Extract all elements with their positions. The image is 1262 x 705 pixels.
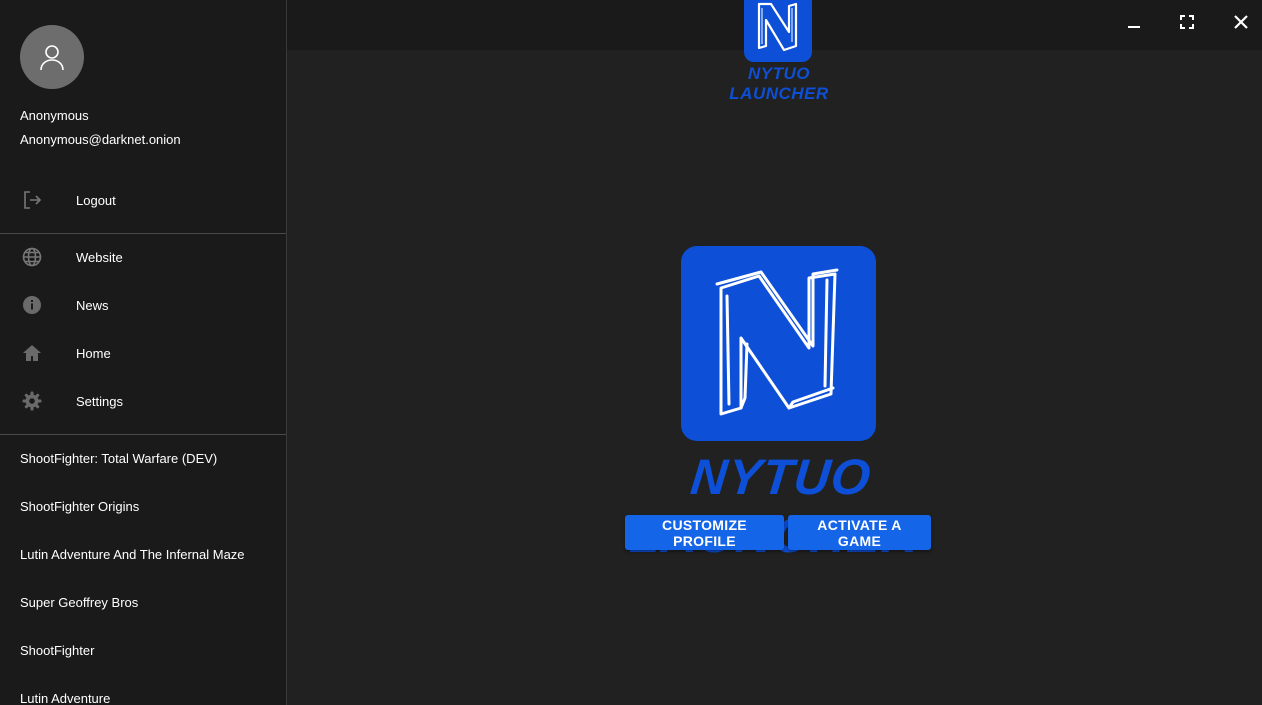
nav-item-settings[interactable]: Settings xyxy=(0,377,286,425)
game-item[interactable]: ShootFighter: Total Warfare (DEV) xyxy=(0,434,286,482)
user-email: Anonymous@darknet.onion xyxy=(20,132,181,147)
logout-button[interactable]: Logout xyxy=(0,176,286,224)
nav-item-label: Settings xyxy=(76,393,123,409)
fullscreen-button[interactable] xyxy=(1173,8,1201,36)
minimize-icon xyxy=(1128,26,1140,28)
app-logo xyxy=(744,0,812,67)
avatar[interactable] xyxy=(20,25,84,89)
info-icon xyxy=(20,293,44,317)
game-item[interactable]: Lutin Adventure And The Infernal Maze xyxy=(0,530,286,578)
customize-profile-button[interactable]: CUSTOMIZE PROFILE xyxy=(625,515,784,550)
sidebar: Anonymous Anonymous@darknet.onion Logout… xyxy=(0,0,287,705)
nav-item-news[interactable]: News xyxy=(0,281,286,329)
user-name: Anonymous xyxy=(20,108,89,123)
nav-item-label: News xyxy=(76,297,109,313)
close-button[interactable] xyxy=(1227,8,1255,36)
minimize-button[interactable] xyxy=(1120,8,1148,36)
person-icon xyxy=(40,45,64,71)
logout-label: Logout xyxy=(76,192,116,208)
nav-item-label: Website xyxy=(76,249,123,265)
nav-item-website[interactable]: Website xyxy=(0,233,286,281)
game-item[interactable]: Super Geoffrey Bros xyxy=(0,578,286,626)
close-icon xyxy=(1234,15,1248,29)
globe-icon xyxy=(20,245,44,269)
game-item[interactable]: Lutin Adventure xyxy=(0,674,286,705)
gear-icon xyxy=(20,389,44,413)
activate-game-button[interactable]: ACTIVATE A GAME xyxy=(788,515,931,550)
app-logo-large xyxy=(681,246,876,446)
home-icon xyxy=(20,341,44,365)
fullscreen-icon xyxy=(1180,15,1194,29)
nav-item-label: Home xyxy=(76,345,111,361)
exit-icon xyxy=(20,188,44,212)
brand-name-small: NYTUO LAUNCHER xyxy=(729,64,829,103)
game-item[interactable]: ShootFighter xyxy=(0,626,286,674)
game-item[interactable]: ShootFighter Origins xyxy=(0,482,286,530)
nav-item-home[interactable]: Home xyxy=(0,329,286,377)
